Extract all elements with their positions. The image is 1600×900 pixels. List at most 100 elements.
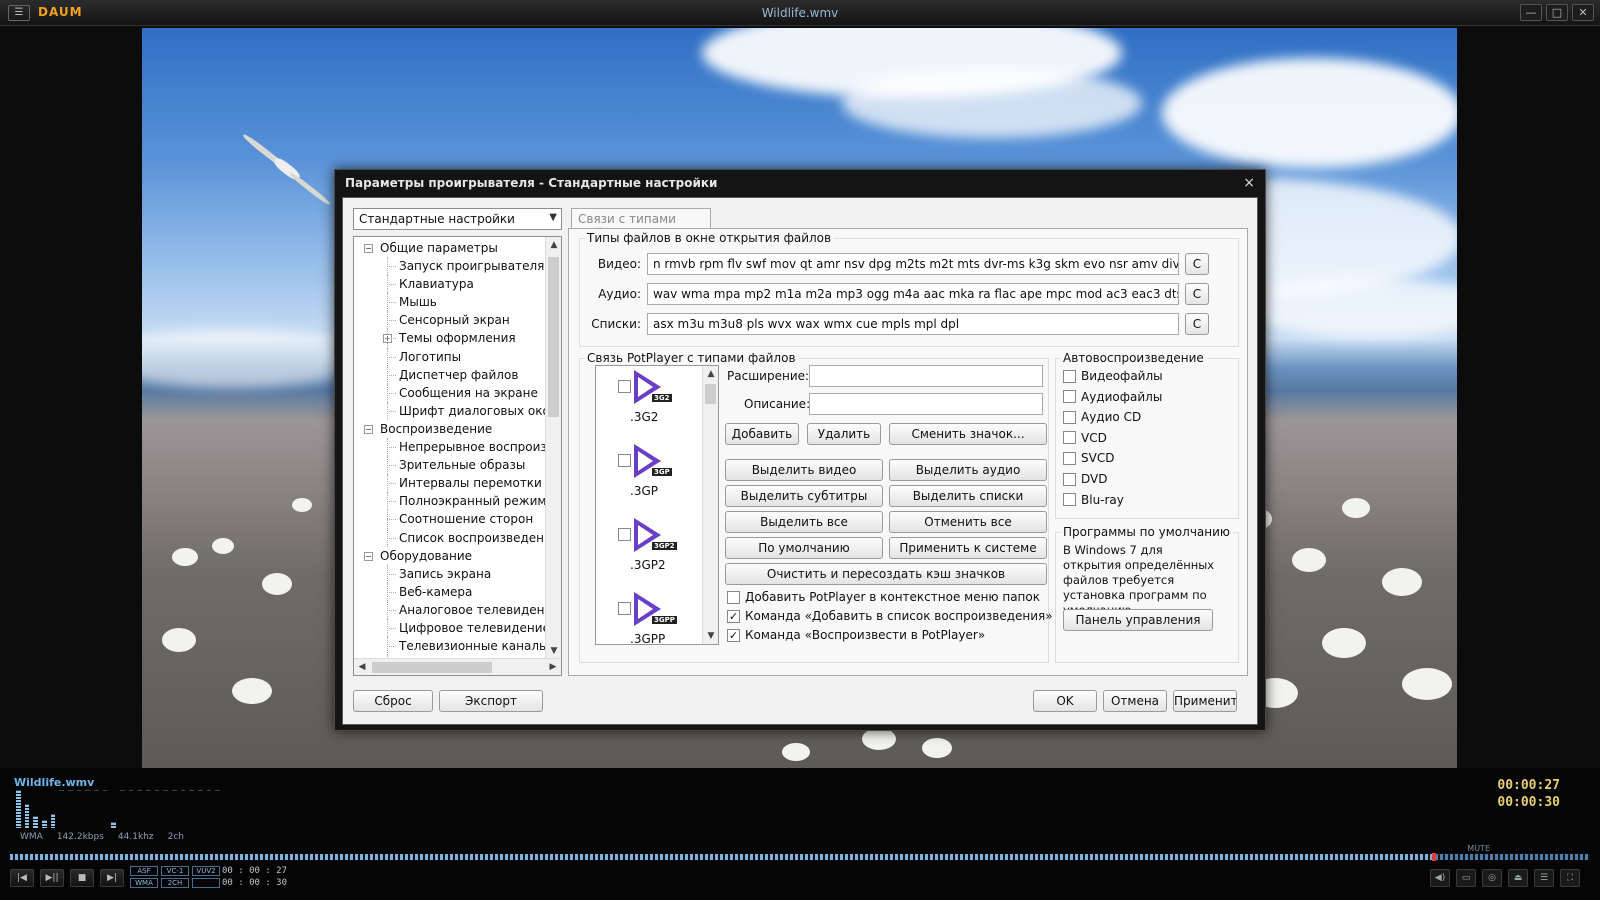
fullscreen-icon[interactable]: ⛶ [1560,869,1580,887]
list-types-reset-button[interactable]: C [1185,313,1209,335]
change-icon-button[interactable]: Сменить значок... [889,423,1047,445]
expand-icon[interactable]: + [383,334,392,344]
play-pause-icon[interactable]: ▶|| [40,869,64,887]
file-type-checkbox[interactable] [618,380,631,393]
scroll-thumb[interactable] [372,662,492,673]
apply-to-system-button[interactable]: Применить к системе [889,537,1047,559]
scroll-left-icon[interactable]: ◀ [354,659,370,675]
tab-file-associations[interactable]: Связи с типами файлов [571,208,711,240]
clear-icon-cache-button[interactable]: Очистить и пересоздать кэш значков [725,563,1047,585]
checkbox-box[interactable]: ✓ [727,628,740,642]
file-type-scrollbar[interactable]: ▲ ▼ [702,366,718,644]
scroll-thumb[interactable] [705,384,716,404]
tree-item[interactable]: Зрительные образы [354,456,545,475]
add-to-playlist-command-checkbox[interactable]: ✓ Команда «Добавить в список воспроизвед… [727,609,1053,623]
control-panel-button[interactable]: Панель управления [1063,609,1213,631]
file-type-item[interactable]: 3GP2 .3GP2 [596,514,702,589]
audio-types-reset-button[interactable]: C [1185,283,1209,305]
file-type-checkbox[interactable] [618,528,631,541]
select-audio-button[interactable]: Выделить аудио [889,459,1047,481]
checkbox-box[interactable] [1063,493,1076,507]
tree-item[interactable]: − Воспроизведение [354,420,545,438]
select-all-button[interactable]: Выделить все [725,511,883,533]
file-type-list[interactable]: 3G2 .3G2 3GP .3GP 3GP2 .3GP2 3GPP .3GPP ▲ ▼ [595,365,719,645]
audio-types-field[interactable]: wav wma mpa mp2 m1a m2a mp3 ogg m4a aac … [647,283,1179,305]
file-type-item[interactable]: 3GP .3GP [596,440,702,515]
remove-button[interactable]: Удалить [807,423,881,445]
apply-button[interactable]: Применить [1173,690,1237,712]
tree-item[interactable]: − Оборудование [354,547,545,565]
tree-item[interactable]: Интервалы перемотки [354,474,545,493]
minimize-button[interactable]: — [1520,4,1542,21]
list-types-field[interactable]: asx m3u m3u8 pls wvx wax wmx cue mpls mp… [647,313,1179,335]
close-button[interactable]: ✕ [1572,4,1594,21]
tree-item[interactable]: Запуск проигрывателя [354,257,545,276]
file-type-item[interactable]: 3GPP .3GPP [596,588,702,644]
collapse-icon[interactable]: − [364,551,373,561]
scroll-down-icon[interactable]: ▼ [546,643,561,659]
checkbox-box[interactable] [1063,390,1076,404]
tree-item[interactable]: Клавиатура [354,275,545,294]
scroll-thumb[interactable] [548,257,559,417]
volume-icon[interactable]: ◀) [1430,869,1450,887]
previous-icon[interactable]: |◀ [10,869,34,887]
tree-item[interactable]: Полноэкранный режим [354,492,545,511]
tree-item[interactable]: Диспетчер файлов [354,365,545,384]
tree-item[interactable]: Список воспроизведения [354,528,545,547]
checkbox-box[interactable] [1063,431,1076,445]
file-type-checkbox[interactable] [618,602,631,615]
mute-label[interactable]: MUTE [1467,844,1490,853]
select-video-button[interactable]: Выделить видео [725,459,883,481]
autoplay-checkbox[interactable]: Аудиофайлы [1063,390,1162,404]
tree-horizontal-scrollbar[interactable]: ◀ ▶ [354,658,561,675]
cancel-button[interactable]: Отмена [1103,690,1167,712]
tree-item[interactable]: Телевизионные каналы [354,637,545,656]
scroll-down-icon[interactable]: ▼ [703,628,718,644]
video-types-reset-button[interactable]: C [1185,253,1209,275]
collapse-icon[interactable]: − [364,244,373,253]
scroll-right-icon[interactable]: ▶ [545,659,561,675]
seek-handle[interactable] [1432,853,1436,861]
seek-bar[interactable] [10,853,1590,861]
collapse-icon[interactable]: − [364,424,373,434]
checkbox-box[interactable] [1063,410,1076,424]
ok-button[interactable]: OK [1033,690,1097,712]
next-icon[interactable]: ▶| [100,869,124,887]
reset-button[interactable]: Сброс [353,690,433,712]
checkbox-box[interactable] [1063,472,1076,486]
export-button[interactable]: Экспорт [439,690,543,712]
select-lists-button[interactable]: Выделить списки [889,485,1047,507]
autoplay-checkbox[interactable]: Видеофайлы [1063,369,1163,383]
tree-item[interactable]: Логотипы [354,347,545,366]
checkbox-box[interactable] [1063,369,1076,383]
tree-vertical-scrollbar[interactable]: ▲ ▼ [545,237,561,659]
autoplay-checkbox[interactable]: Blu-ray [1063,493,1124,507]
tree-item[interactable]: Сенсорный экран [354,311,545,330]
tree-item[interactable]: Запись экрана [354,564,545,583]
play-command-checkbox[interactable]: ✓ Команда «Воспроизвести в PotPlayer» [727,628,985,642]
tree-item[interactable]: Соотношение сторон [354,510,545,529]
tree-item[interactable]: Непрерывное воспроизве [354,438,545,457]
defaults-button[interactable]: По умолчанию [725,537,883,559]
select-subtitles-button[interactable]: Выделить субтитры [725,485,883,507]
tree-item[interactable]: Сообщения на экране [354,383,545,402]
stop-icon[interactable]: ■ [70,869,94,887]
eject-icon[interactable]: ⏏ [1508,869,1528,887]
deselect-all-button[interactable]: Отменить все [889,511,1047,533]
add-button[interactable]: Добавить [725,423,799,445]
tree-item[interactable]: − Общие параметры [354,239,545,257]
autoplay-checkbox[interactable]: SVCD [1063,451,1114,465]
tree-item[interactable]: Шрифт диалоговых окон [354,401,545,420]
checkbox-box[interactable] [727,590,740,604]
tree-item[interactable]: Веб-камера [354,582,545,601]
autoplay-checkbox[interactable]: Аудио CD [1063,410,1141,424]
checkbox-box[interactable]: ✓ [727,609,740,623]
dialog-close-icon[interactable]: × [1243,175,1255,191]
tree-item[interactable]: Цифровое телевидение (B [354,618,545,638]
file-type-item[interactable]: 3G2 .3G2 [596,366,702,441]
autoplay-checkbox[interactable]: VCD [1063,431,1107,445]
description-input[interactable] [809,393,1043,415]
subtitle-icon[interactable]: ▭ [1456,869,1476,887]
tree-item[interactable]: + Темы оформления [354,329,545,348]
playlist-icon[interactable]: ☰ [1534,869,1554,887]
